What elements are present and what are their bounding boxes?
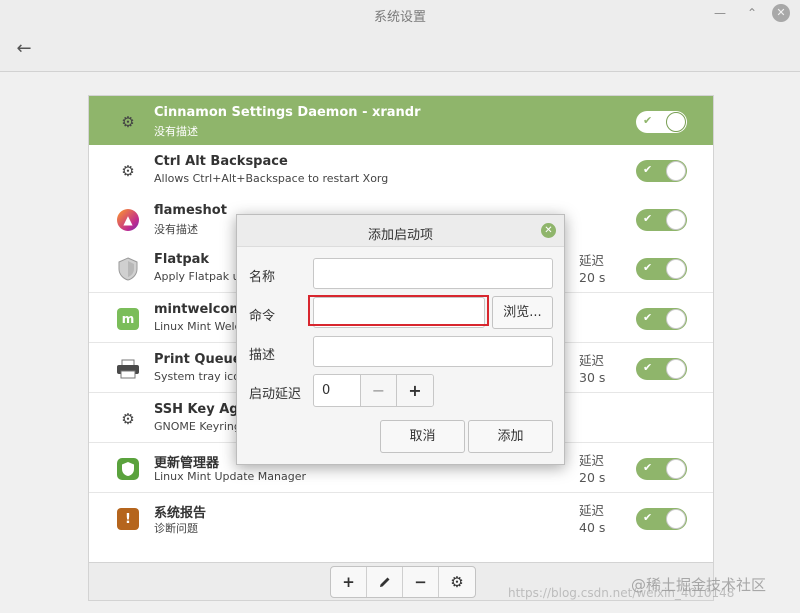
- item-name: 系统报告: [154, 506, 207, 521]
- item-name: 更新管理器: [154, 456, 220, 471]
- printer-icon: [116, 357, 140, 381]
- enable-toggle[interactable]: ✔: [636, 358, 687, 380]
- dialog-title: 添加启动项: [367, 228, 433, 243]
- window-title: 系统设置: [373, 10, 426, 25]
- add-button[interactable]: +: [331, 567, 367, 597]
- delay-info: 延迟 20 s: [579, 453, 606, 485]
- add-confirm-button[interactable]: 添加: [468, 420, 553, 453]
- delay-value-input[interactable]: 0: [314, 375, 361, 406]
- item-name: SSH Key Age: [154, 402, 248, 417]
- item-description: Apply Flatpak up: [154, 270, 247, 283]
- enable-toggle[interactable]: ✔: [636, 111, 687, 133]
- list-item[interactable]: ! 系统报告 诊断问题 延迟 40 s ✔: [89, 493, 713, 543]
- delay-info: 延迟 20 s: [579, 253, 606, 285]
- minimize-icon[interactable]: —: [711, 4, 729, 22]
- item-name: Print Queue: [154, 352, 242, 367]
- enable-toggle[interactable]: ✔: [636, 209, 687, 231]
- enable-toggle[interactable]: ✔: [636, 508, 687, 530]
- delay-label: 启动延迟: [249, 387, 302, 402]
- maximize-icon[interactable]: ⌃: [743, 4, 761, 22]
- name-field[interactable]: [313, 258, 553, 289]
- item-name: Cinnamon Settings Daemon - xrandr: [154, 105, 421, 120]
- description-label: 描述: [249, 348, 276, 363]
- item-description: GNOME Keyring: [154, 420, 241, 433]
- highlight-box: [308, 295, 489, 326]
- item-description: 没有描述: [154, 125, 198, 138]
- header-bar: ←: [0, 28, 800, 72]
- delay-info: 延迟 30 s: [579, 353, 606, 385]
- command-label: 命令: [249, 309, 276, 324]
- list-item[interactable]: ⚙ Cinnamon Settings Daemon - xrandr 没有描述…: [89, 96, 713, 146]
- description-field[interactable]: [313, 336, 553, 367]
- item-description: 没有描述: [154, 223, 198, 236]
- enable-toggle[interactable]: ✔: [636, 308, 687, 330]
- item-name: flameshot: [154, 203, 227, 218]
- delay-stepper: 0 − +: [313, 374, 434, 407]
- shield-icon: [116, 257, 140, 281]
- pencil-icon[interactable]: [367, 567, 403, 597]
- title-bar: 系统设置 — ⌃ ✕: [0, 0, 800, 28]
- enable-toggle[interactable]: ✔: [636, 160, 687, 182]
- item-description: 诊断问题: [154, 522, 198, 535]
- decrement-button[interactable]: −: [361, 375, 397, 406]
- item-description: System tray icor: [154, 370, 245, 383]
- add-startup-dialog: 添加启动项 ✕ 名称 命令 浏览... 描述 启动延迟 0 − + 取消 添加: [236, 214, 565, 465]
- gear-icon: ⚙: [121, 410, 135, 428]
- gear-icon[interactable]: ⚙: [439, 567, 475, 597]
- mint-icon: m: [116, 307, 140, 331]
- remove-button[interactable]: −: [403, 567, 439, 597]
- name-label: 名称: [249, 270, 276, 285]
- gear-icon: ⚙: [121, 162, 135, 180]
- close-window-icon[interactable]: ✕: [772, 4, 790, 22]
- browse-button[interactable]: 浏览...: [492, 296, 553, 329]
- dialog-titlebar: 添加启动项 ✕: [237, 215, 564, 247]
- item-name: Flatpak: [154, 252, 210, 267]
- item-description: Allows Ctrl+Alt+Backspace to restart Xor…: [154, 172, 389, 185]
- enable-toggle[interactable]: ✔: [636, 258, 687, 280]
- update-shield-icon: [116, 457, 140, 481]
- dialog-close-icon[interactable]: ✕: [541, 223, 556, 238]
- delay-info: 延迟 40 s: [579, 503, 606, 535]
- item-description: Linux Mint Update Manager: [154, 470, 307, 483]
- cancel-button[interactable]: 取消: [380, 420, 465, 453]
- item-name: Ctrl Alt Backspace: [154, 154, 288, 169]
- flameshot-icon: ▲: [116, 208, 140, 232]
- list-item[interactable]: ⚙ Ctrl Alt Backspace Allows Ctrl+Alt+Bac…: [89, 145, 713, 195]
- increment-button[interactable]: +: [397, 375, 433, 406]
- back-arrow-icon[interactable]: ←: [12, 38, 36, 60]
- gear-icon: ⚙: [121, 113, 135, 131]
- item-description: Linux Mint Welc: [154, 320, 241, 333]
- watermark-url: https://blog.csdn.net/weixin_4010148: [508, 586, 735, 600]
- toolbar-button-group: + − ⚙: [330, 566, 476, 598]
- enable-toggle[interactable]: ✔: [636, 458, 687, 480]
- report-icon: !: [116, 507, 140, 531]
